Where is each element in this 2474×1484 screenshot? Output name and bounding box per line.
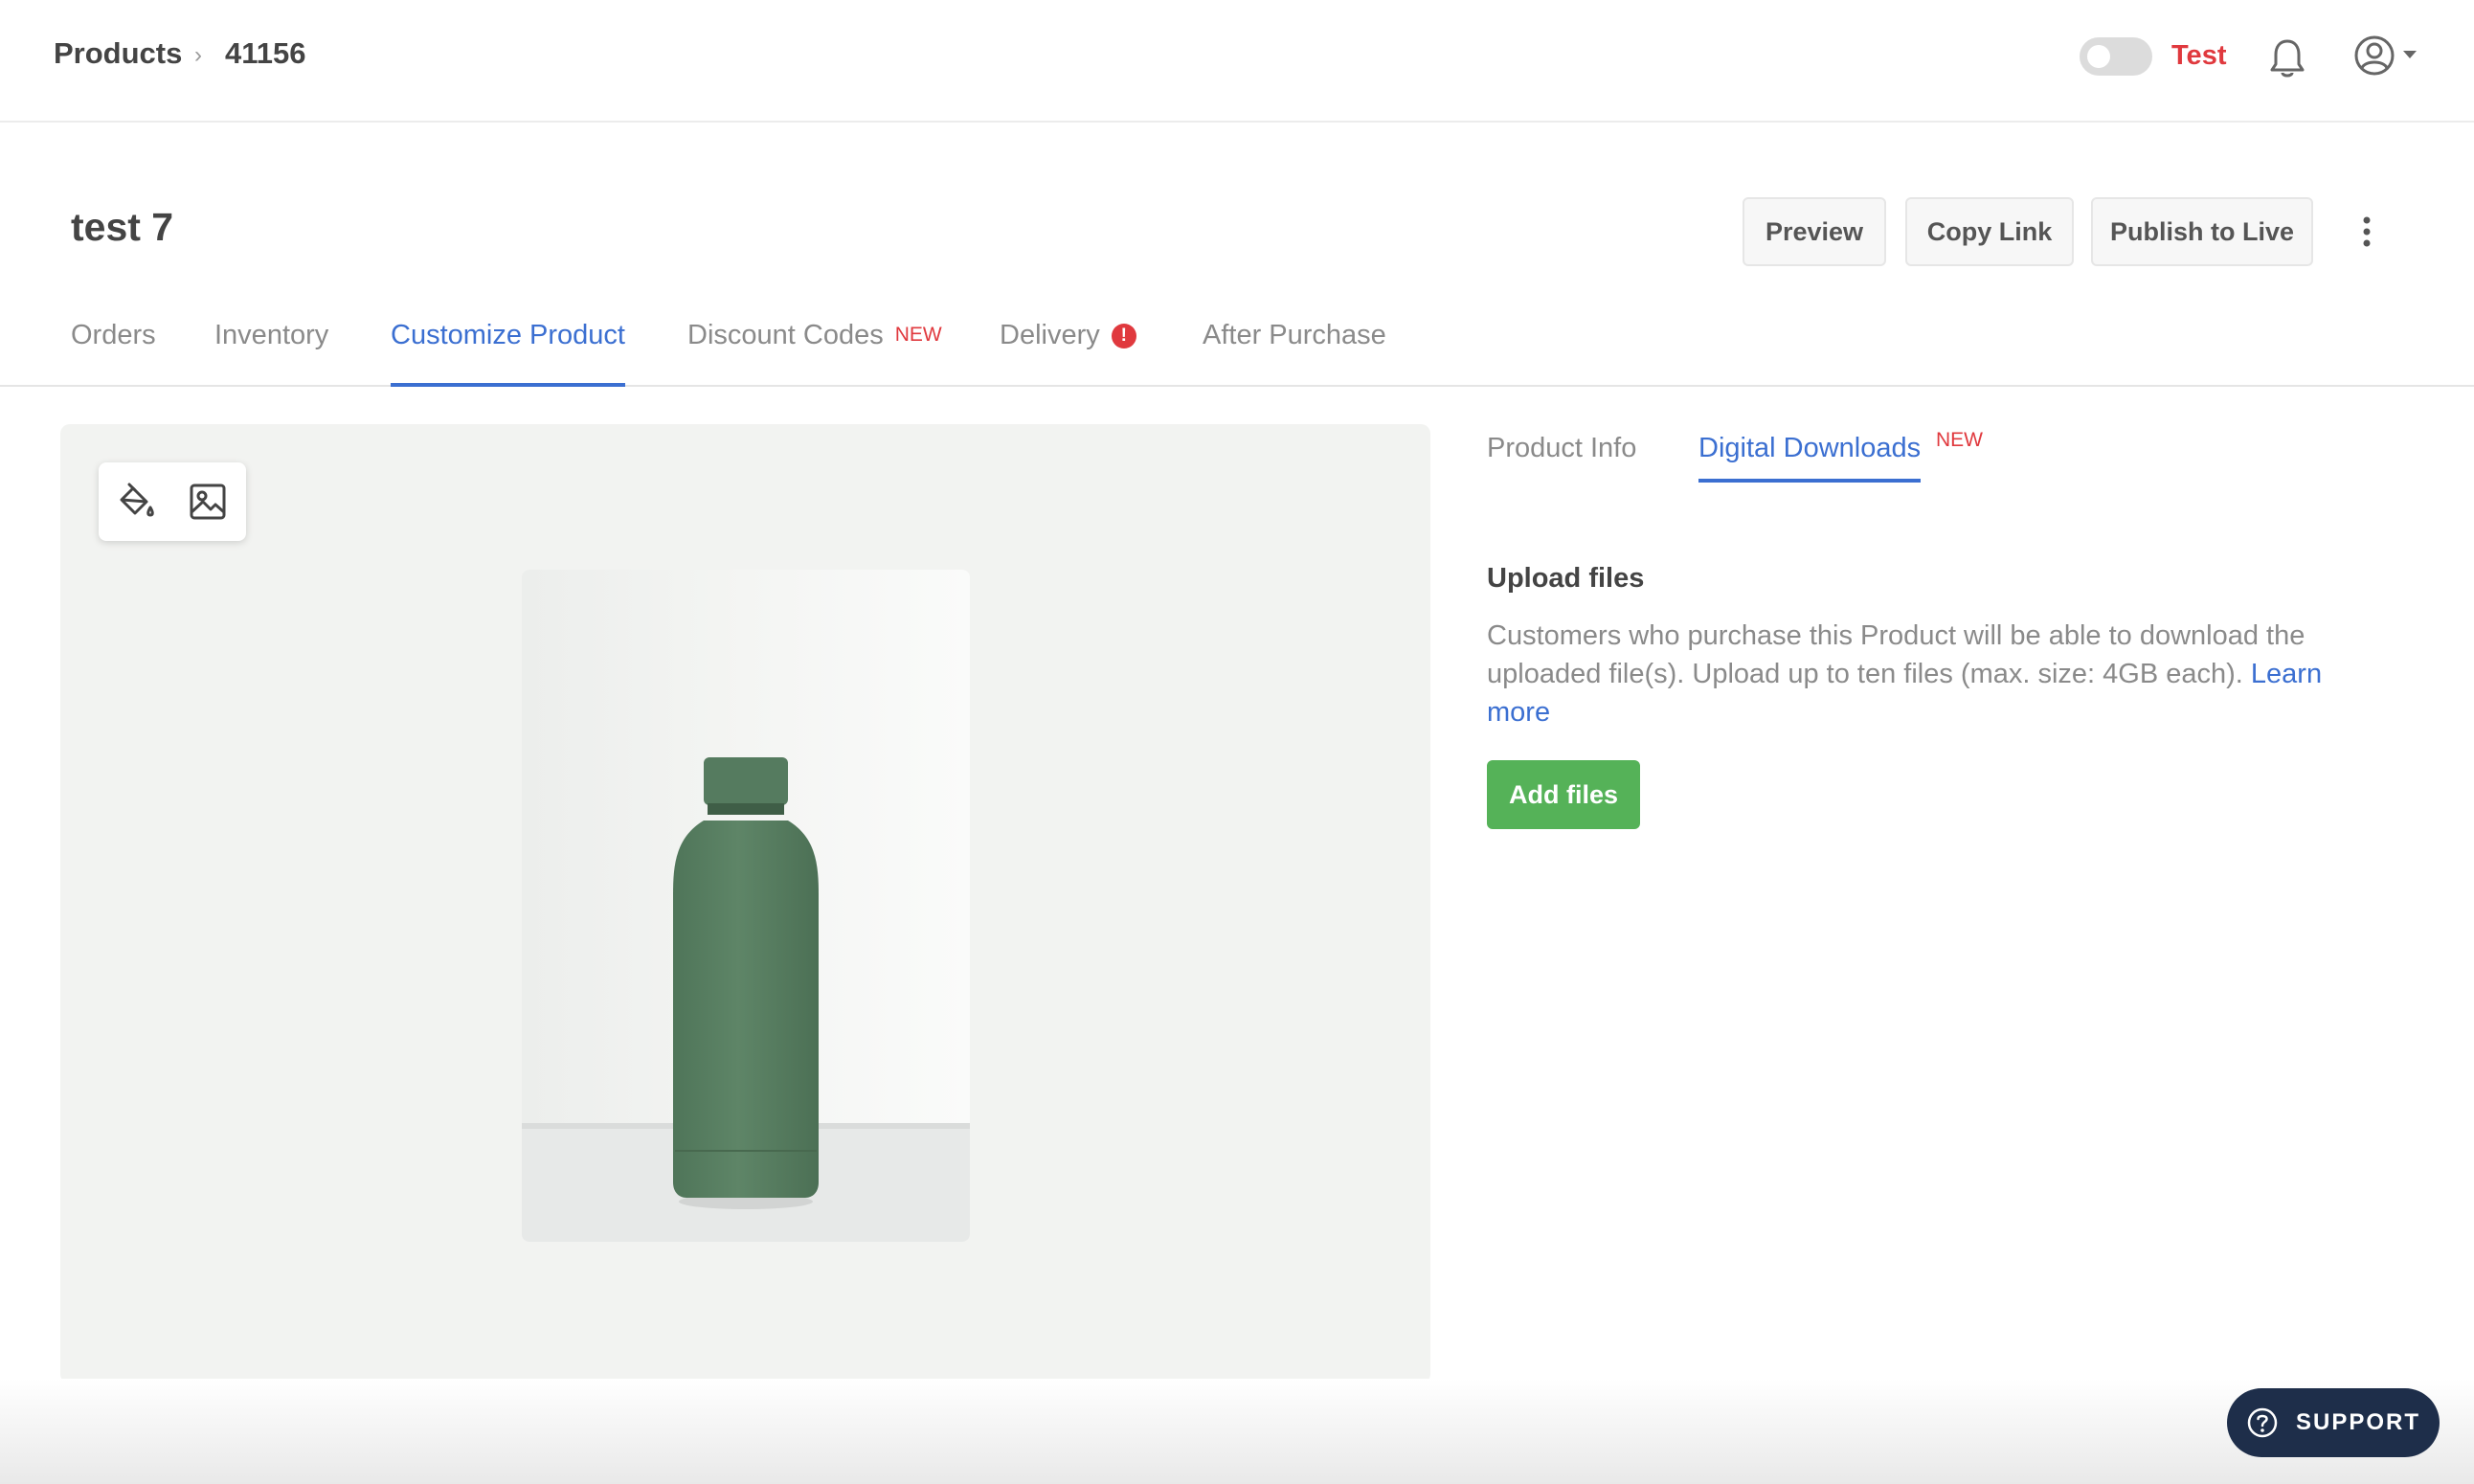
tab-orders[interactable]: Orders bbox=[71, 320, 156, 387]
product-tabs: Orders Inventory Customize Product Disco… bbox=[0, 316, 2474, 387]
tab-label: After Purchase bbox=[1203, 320, 1386, 350]
kebab-icon[interactable] bbox=[2355, 213, 2378, 251]
page-title: test 7 bbox=[71, 205, 174, 249]
chevron-down-icon[interactable] bbox=[2401, 48, 2418, 61]
tab-label: Discount Codes bbox=[687, 320, 884, 350]
tab-label: Delivery bbox=[1000, 320, 1100, 350]
bottom-fade bbox=[0, 1379, 2474, 1484]
page: Products › 41156 Test test 7 Preview Cop… bbox=[0, 0, 2474, 1484]
product-image bbox=[522, 570, 970, 1242]
new-badge: NEW bbox=[894, 324, 942, 346]
new-badge: NEW bbox=[1936, 429, 1983, 451]
image-icon[interactable] bbox=[187, 481, 229, 523]
breadcrumb-product-id: 41156 bbox=[225, 36, 306, 70]
customize-toolbar bbox=[99, 462, 246, 541]
test-mode-label: Test bbox=[2171, 40, 2227, 71]
product-preview-panel bbox=[60, 424, 1430, 1383]
tab-discount-codes[interactable]: Discount Codes NEW bbox=[687, 320, 942, 387]
tab-delivery[interactable]: Delivery! bbox=[1000, 320, 1136, 387]
tab-after-purchase[interactable]: After Purchase bbox=[1203, 320, 1386, 387]
top-bar: Products › 41156 Test bbox=[0, 0, 2474, 123]
paint-bucket-icon[interactable] bbox=[114, 481, 156, 523]
publish-to-live-button[interactable]: Publish to Live bbox=[2091, 197, 2313, 266]
alert-icon: ! bbox=[1111, 324, 1136, 349]
support-label: SUPPORT bbox=[2296, 1409, 2421, 1435]
help-icon bbox=[2247, 1407, 2278, 1438]
upload-description: Customers who purchase this Product will… bbox=[1487, 617, 2349, 731]
support-button[interactable]: SUPPORT bbox=[2227, 1388, 2440, 1457]
tab-customize-product[interactable]: Customize Product bbox=[391, 320, 625, 387]
bell-icon[interactable] bbox=[2267, 36, 2307, 80]
subtab-product-info[interactable]: Product Info bbox=[1487, 433, 1636, 483]
copy-link-button[interactable]: Copy Link bbox=[1905, 197, 2074, 266]
breadcrumb-products[interactable]: Products bbox=[54, 36, 182, 71]
add-files-button[interactable]: Add files bbox=[1487, 760, 1640, 829]
subtab-digital-downloads[interactable]: Digital Downloads bbox=[1698, 433, 1922, 483]
tab-inventory[interactable]: Inventory bbox=[214, 320, 328, 387]
tab-label: Customize Product bbox=[391, 320, 625, 350]
toggle-knob bbox=[2087, 45, 2110, 68]
test-mode-toggle[interactable] bbox=[2080, 37, 2152, 76]
breadcrumb-separator: › bbox=[194, 42, 202, 68]
preview-button[interactable]: Preview bbox=[1743, 197, 1886, 266]
tab-label: Inventory bbox=[214, 320, 329, 350]
user-icon[interactable] bbox=[2353, 34, 2395, 77]
upload-description-text: Customers who purchase this Product will… bbox=[1487, 620, 2305, 689]
tab-label: Orders bbox=[71, 320, 156, 350]
upload-files-heading: Upload files bbox=[1487, 563, 1645, 594]
